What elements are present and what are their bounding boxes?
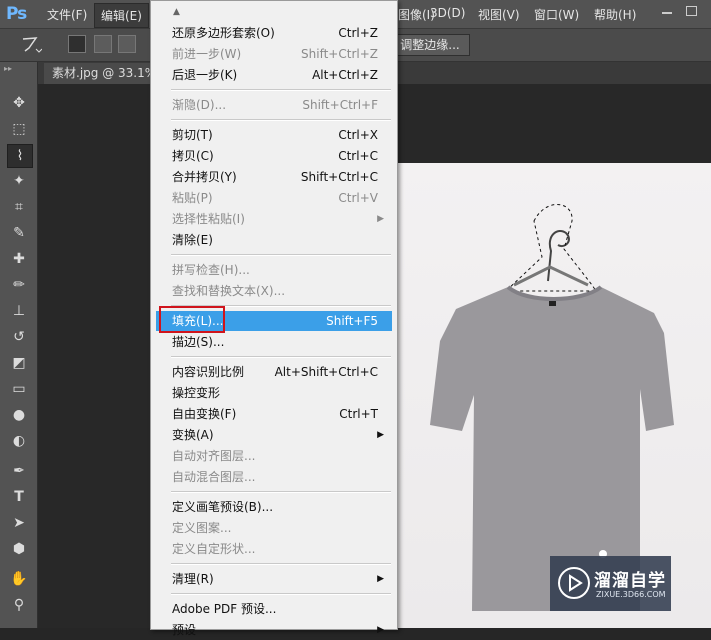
dodge-tool-icon[interactable]: ◐ — [7, 430, 31, 452]
menu-file[interactable]: 文件(F) — [47, 6, 87, 23]
marquee-tool-icon[interactable]: ⬚ — [7, 118, 31, 140]
menu-item-find-replace[interactable]: 查找和替换文本(X)... — [156, 281, 392, 301]
history-brush-tool-icon[interactable]: ↺ — [7, 326, 31, 348]
clone-stamp-tool-icon[interactable]: ⊥ — [7, 300, 31, 322]
menu-item-adobe-pdf-presets[interactable]: Adobe PDF 预设... — [156, 599, 392, 619]
menu-item-paste[interactable]: 粘贴(P) Ctrl+V — [156, 188, 392, 208]
menu-item-presets[interactable]: 预设 ▶ — [156, 620, 392, 640]
menu-item-clear[interactable]: 清除(E) — [156, 230, 392, 250]
brush-tool-icon[interactable]: ✏ — [7, 274, 31, 296]
menu-item-auto-align-layers[interactable]: 自动对齐图层... — [156, 446, 392, 466]
menu-help[interactable]: 帮助(H) — [594, 6, 636, 23]
subtract-from-selection-icon[interactable] — [118, 35, 136, 53]
menu-item-auto-blend-layers[interactable]: 自动混合图层... — [156, 467, 392, 487]
menu-3d[interactable]: 3D(D) — [430, 6, 465, 20]
eyedropper-tool-icon[interactable]: ✎ — [7, 222, 31, 244]
scroll-up-icon[interactable]: ▲ — [173, 7, 180, 17]
path-selection-tool-icon[interactable]: ➤ — [7, 512, 31, 534]
hand-tool-icon[interactable]: ✋ — [7, 568, 31, 590]
watermark-title: 溜溜自学 — [594, 571, 666, 591]
lasso-preset-icon[interactable] — [20, 35, 42, 55]
tools-panel: ▸▸ ✥ ⬚ ⌇ ✦ ⌗ ✎ ✚ ✏ ⊥ ↺ ◩ ▭ ● ◐ ✒ T ➤ ⬢ ✋… — [0, 62, 38, 628]
eraser-tool-icon[interactable]: ◩ — [7, 352, 31, 374]
menu-item-copy-merged[interactable]: 合并拷贝(Y) Shift+Ctrl+C — [156, 167, 392, 187]
healing-brush-tool-icon[interactable]: ✚ — [7, 248, 31, 270]
submenu-arrow-icon: ▶ — [377, 214, 384, 224]
menu-window[interactable]: 窗口(W) — [534, 6, 579, 23]
pen-tool-icon[interactable]: ✒ — [7, 460, 31, 482]
menu-item-fade[interactable]: 渐隐(D)... Shift+Ctrl+F — [156, 95, 392, 115]
menu-item-define-pattern[interactable]: 定义图案... — [156, 518, 392, 538]
menu-item-stroke[interactable]: 描边(S)... — [156, 332, 392, 352]
menu-item-step-forward[interactable]: 前进一步(W) Shift+Ctrl+Z — [156, 44, 392, 64]
menu-separator — [171, 254, 391, 256]
watermark-logo: 溜溜自学 ZIXUE.3D66.COM — [550, 556, 671, 611]
polygonal-lasso-tool-icon[interactable]: ⌇ — [7, 144, 33, 168]
menu-item-purge[interactable]: 清理(R) ▶ — [156, 569, 392, 589]
gradient-tool-icon[interactable]: ▭ — [7, 378, 31, 400]
menu-view[interactable]: 视图(V) — [478, 6, 520, 23]
window-minimize-icon[interactable] — [662, 12, 672, 14]
menu-separator — [171, 563, 391, 565]
document-tab[interactable]: 素材.jpg @ 33.1% — [44, 63, 165, 84]
menu-item-transform[interactable]: 变换(A) ▶ — [156, 425, 392, 445]
submenu-arrow-icon: ▶ — [377, 574, 384, 584]
watermark-subtitle: ZIXUE.3D66.COM — [596, 590, 666, 599]
menu-edit[interactable]: 编辑(E) — [94, 3, 149, 28]
menu-item-define-brush[interactable]: 定义画笔预设(B)... — [156, 497, 392, 517]
magic-wand-tool-icon[interactable]: ✦ — [7, 170, 31, 192]
menu-item-define-custom-shape[interactable]: 定义自定形状... — [156, 539, 392, 559]
menu-item-paste-special[interactable]: 选择性粘贴(I) ▶ — [156, 209, 392, 229]
menu-item-step-backward[interactable]: 后退一步(K) Alt+Ctrl+Z — [156, 65, 392, 85]
menu-item-puppet-warp[interactable]: 操控变形 — [156, 383, 392, 403]
annotation-highlight-box — [159, 306, 225, 333]
menu-item-spell-check[interactable]: 拼写检查(H)... — [156, 260, 392, 280]
photoshop-logo: Ps — [6, 4, 27, 24]
add-to-selection-icon[interactable] — [94, 35, 112, 53]
menu-item-copy[interactable]: 拷贝(C) Ctrl+C — [156, 146, 392, 166]
zoom-tool-icon[interactable]: ⚲ — [7, 594, 31, 616]
refine-edge-button[interactable]: 调整边缘... — [390, 34, 470, 56]
menu-item-free-transform[interactable]: 自由变换(F) Ctrl+T — [156, 404, 392, 424]
menu-separator — [171, 491, 391, 493]
menu-separator — [171, 119, 391, 121]
crop-tool-icon[interactable]: ⌗ — [7, 196, 31, 218]
move-tool-icon[interactable]: ✥ — [7, 92, 31, 114]
menu-separator — [171, 89, 391, 91]
blur-tool-icon[interactable]: ● — [7, 404, 31, 426]
menu-separator — [171, 593, 391, 595]
window-restore-icon[interactable] — [686, 6, 697, 16]
new-selection-icon[interactable] — [68, 35, 86, 53]
submenu-arrow-icon: ▶ — [377, 625, 384, 635]
collapse-panel-icon[interactable]: ▸▸ — [4, 64, 12, 73]
submenu-arrow-icon: ▶ — [377, 430, 384, 440]
menu-item-undo[interactable]: 还原多边形套索(O) Ctrl+Z — [156, 23, 392, 43]
menu-item-content-aware-scale[interactable]: 内容识别比例 Alt+Shift+Ctrl+C — [156, 362, 392, 382]
menu-item-cut[interactable]: 剪切(T) Ctrl+X — [156, 125, 392, 145]
shape-tool-icon[interactable]: ⬢ — [7, 538, 31, 560]
menu-separator — [171, 356, 391, 358]
type-tool-icon[interactable]: T — [7, 486, 31, 508]
play-logo-icon — [558, 567, 590, 599]
